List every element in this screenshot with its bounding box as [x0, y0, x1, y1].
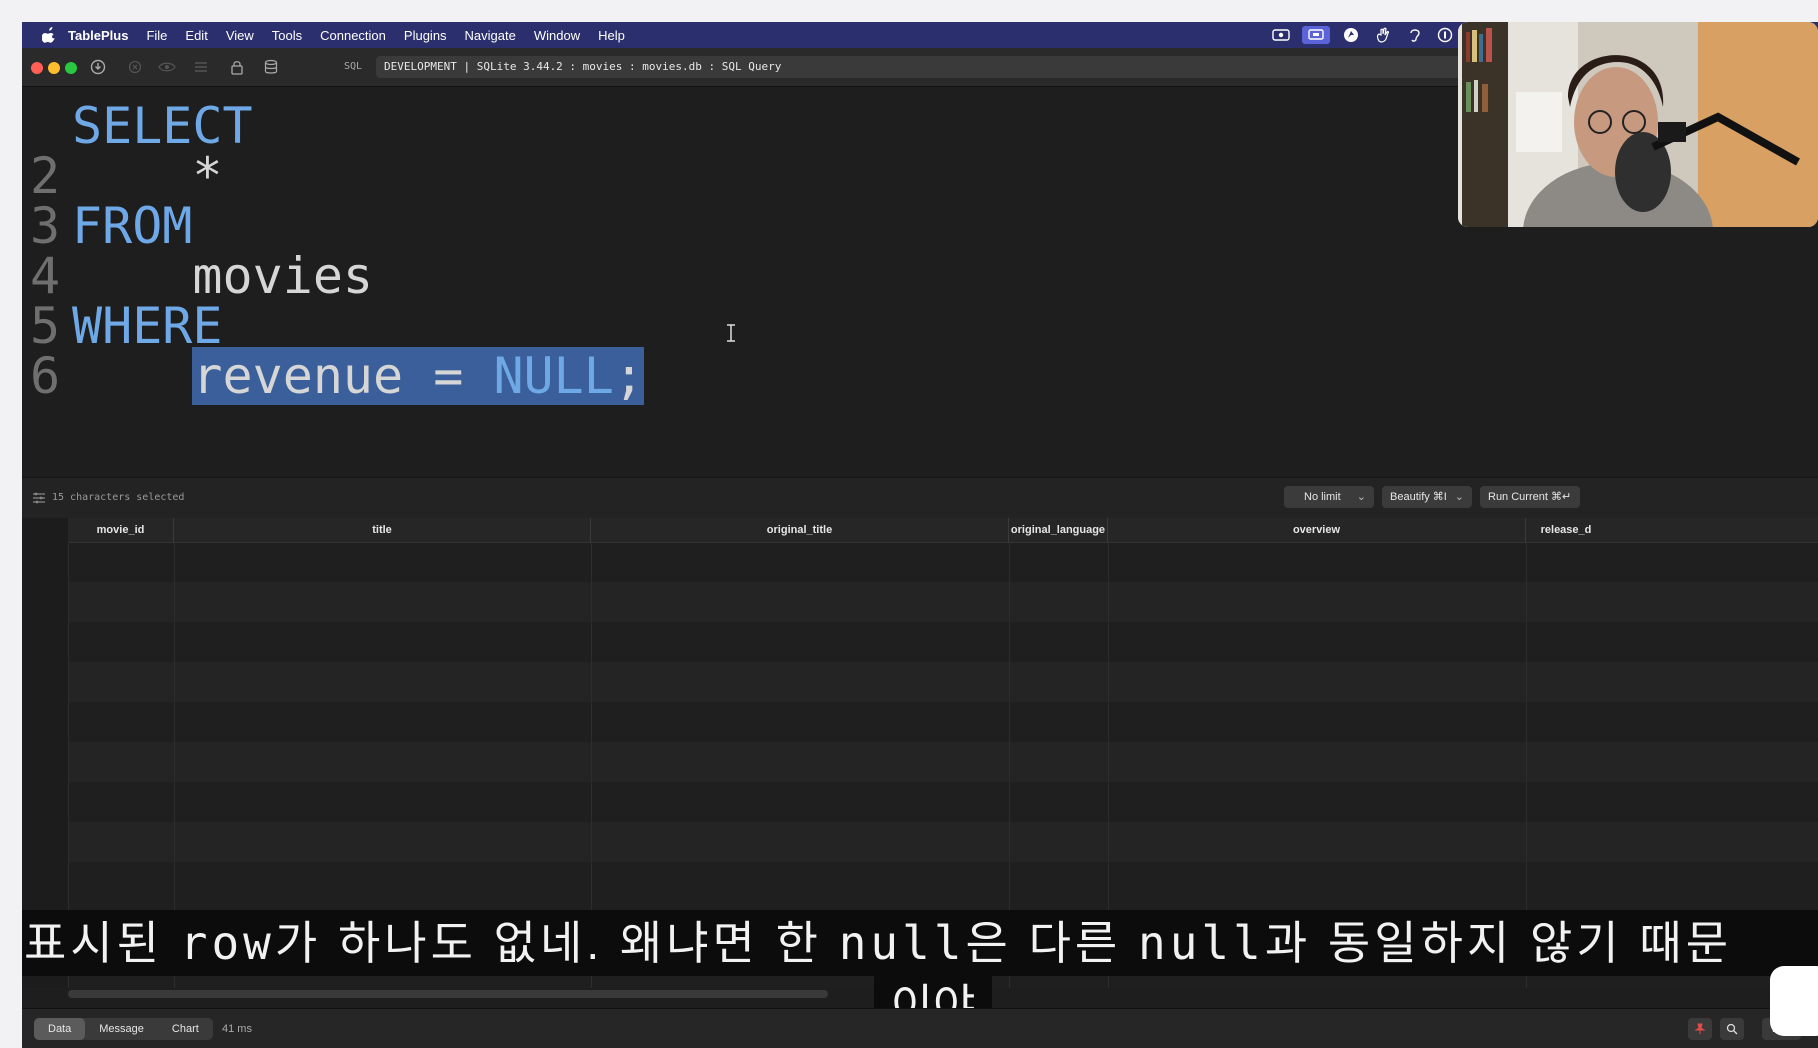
table-row[interactable] [68, 542, 1818, 582]
column-header-movie-id[interactable]: movie_id [68, 518, 174, 542]
table-row[interactable] [68, 622, 1818, 662]
table-row[interactable] [68, 702, 1818, 742]
app-status-icon[interactable] [1340, 26, 1362, 44]
limit-select[interactable]: No limit ⌄ [1284, 486, 1374, 508]
minimize-window-button[interactable] [48, 62, 60, 74]
subtitle-band: 표시된 row가 하나도 없네. 왜냐면 한 null은 다른 null과 동일… [22, 910, 1818, 976]
subtitle-fragment: 가 하나도 없네. 왜냐면 한 [274, 917, 839, 969]
column-header-original-title[interactable]: original_title [591, 518, 1009, 542]
chevron-down-icon: ⌄ [1356, 491, 1366, 503]
subtitle-line-1: 표시된 row가 하나도 없네. 왜냐면 한 null은 다른 null과 동일… [24, 910, 1732, 976]
column-header-original-language[interactable]: original_language [1009, 518, 1108, 542]
settings-sliders-icon[interactable] [32, 491, 46, 509]
result-tabs: Data Message Chart [34, 1018, 213, 1040]
tab-chart[interactable]: Chart [158, 1018, 213, 1040]
sql-token: revenue = [192, 347, 494, 405]
connection-breadcrumb[interactable]: DEVELOPMENT | SQLite 3.44.2 : movies : m… [376, 56, 1476, 78]
screen-record-icon[interactable] [1270, 26, 1292, 44]
column-header-title[interactable]: title [174, 518, 591, 542]
menu-help[interactable]: Help [598, 28, 625, 43]
column-header-release-date[interactable]: release_d [1526, 518, 1606, 542]
menu-connection[interactable]: Connection [320, 28, 386, 43]
column-header-overview[interactable]: overview [1108, 518, 1526, 542]
editor-status-bar: 15 characters selected No limit ⌄ Beauti… [22, 477, 1818, 519]
menu-app-name[interactable]: TablePlus [68, 28, 128, 43]
sql-keyword: NULL [493, 347, 614, 405]
line-code: revenue = NULL; [72, 347, 644, 405]
connection-status-icon[interactable] [89, 58, 107, 76]
run-current-button[interactable]: Run Current ⌘↵ [1480, 486, 1580, 508]
query-timing: 41 ms [222, 1023, 252, 1035]
chevron-down-icon: ⌄ [1454, 491, 1464, 503]
subtitle-fragment: 과 동일하지 않기 때문 [1264, 917, 1733, 969]
beautify-label: Beautify ⌘I [1390, 491, 1447, 503]
run-current-label: Run Current ⌘↵ [1488, 491, 1572, 503]
apple-icon[interactable] [40, 26, 58, 44]
hand-icon[interactable] [1372, 26, 1394, 44]
text-cursor-icon [725, 324, 737, 342]
subtitle-fragment: null [838, 916, 966, 970]
menu-file[interactable]: File [146, 28, 167, 43]
table-row[interactable] [68, 782, 1818, 822]
search-icon[interactable] [1720, 1018, 1744, 1040]
table-row[interactable] [68, 582, 1818, 622]
zoom-window-button[interactable] [65, 62, 77, 74]
table-row[interactable] [68, 862, 1818, 902]
selection-info: 15 characters selected [52, 492, 185, 503]
table-row[interactable] [68, 742, 1818, 782]
subtitle-fragment: row [179, 916, 275, 970]
overlay-handle [1770, 966, 1818, 1036]
display-icon[interactable] [1302, 26, 1330, 44]
sql-token: ; [613, 347, 644, 405]
preview-eye-icon[interactable] [158, 58, 176, 76]
pin-icon[interactable] [1688, 1018, 1712, 1040]
menu-view[interactable]: View [226, 28, 254, 43]
info-circle-icon[interactable] [1434, 26, 1456, 44]
subtitle-fragment: 은 다른 [965, 917, 1139, 969]
horizontal-scrollbar[interactable] [68, 990, 828, 998]
webcam-person-image [1458, 22, 1818, 227]
subtitle-fragment: null [1138, 916, 1265, 970]
list-icon[interactable] [192, 58, 210, 76]
table-row[interactable] [68, 822, 1818, 862]
database-icon[interactable] [262, 58, 280, 76]
tab-data[interactable]: Data [34, 1018, 86, 1040]
lock-icon[interactable] [228, 58, 246, 76]
table-row[interactable] [68, 662, 1818, 702]
close-window-button[interactable] [31, 62, 43, 74]
menu-plugins[interactable]: Plugins [404, 28, 447, 43]
tab-message[interactable]: Message [85, 1018, 158, 1040]
grid-header: movie_id title original_title original_l… [68, 518, 1818, 543]
subtitle-fragment: 표시된 [24, 917, 180, 969]
menu-navigate[interactable]: Navigate [465, 28, 516, 43]
menu-edit[interactable]: Edit [185, 28, 207, 43]
editor-line[interactable]: 6 revenue = NULL; [22, 347, 1022, 405]
menu-window[interactable]: Window [534, 28, 580, 43]
webcam-overlay [1458, 22, 1818, 227]
ear-icon[interactable] [1404, 26, 1426, 44]
sql-mode-label[interactable]: SQL [344, 61, 362, 72]
beautify-button[interactable]: Beautify ⌘I ⌄ [1382, 486, 1472, 508]
stop-icon[interactable] [126, 58, 144, 76]
menu-tools[interactable]: Tools [272, 28, 302, 43]
bottom-bar: Data Message Chart 41 ms Exp [22, 1008, 1818, 1048]
limit-select-label: No limit [1304, 491, 1341, 503]
